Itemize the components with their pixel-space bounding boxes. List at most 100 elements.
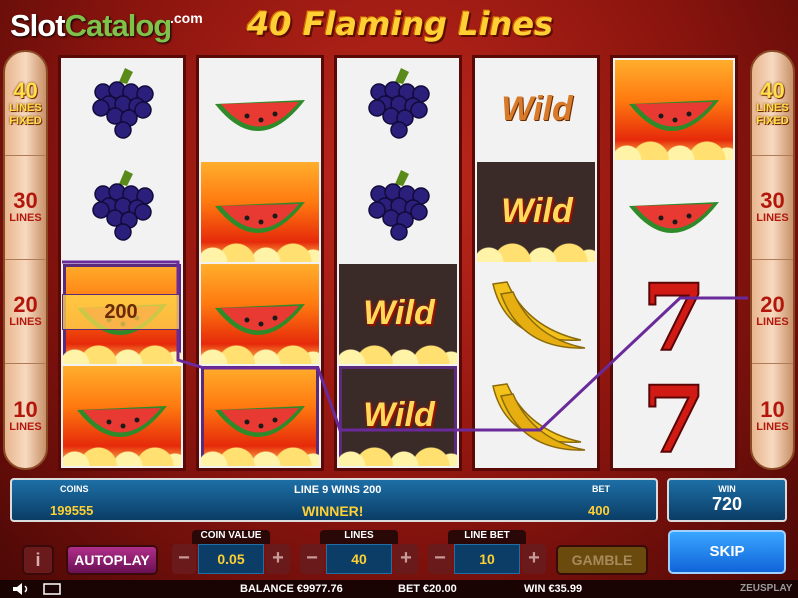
wild-label: Wild: [501, 90, 573, 128]
provider-logo: ZEUSPLAY: [740, 583, 793, 594]
win-value: 720: [711, 494, 743, 514]
coin-value-stepper: COIN VALUE − 0.05 +: [172, 530, 290, 576]
symbol-watermelon-fire: [201, 366, 319, 466]
bet-value: 400: [588, 503, 610, 518]
watermelon-icon: [201, 406, 319, 466]
coin-value-decrease-button[interactable]: −: [172, 544, 196, 574]
line-indicator-10: 10 LINES: [5, 364, 46, 468]
symbol-grapes: [63, 162, 181, 262]
grapes-icon: [63, 170, 181, 262]
symbol-wild-fire: Wild: [339, 264, 457, 364]
watermelon-icon: [63, 406, 181, 466]
watermelon-icon: [201, 304, 319, 364]
lines-stepper: LINES − 40 +: [300, 530, 418, 576]
grapes-icon: [339, 68, 457, 160]
gamble-button[interactable]: GAMBLE: [556, 545, 648, 575]
line-win-amount: 200: [62, 294, 180, 330]
watermelon-icon: [63, 304, 181, 364]
game-title: 40 Flaming Lines: [246, 5, 554, 43]
line-count: 10: [13, 396, 38, 422]
watermelon-icon: [201, 202, 319, 262]
line-bet-value: 10: [454, 544, 520, 574]
symbol-watermelon-fire: [201, 162, 319, 262]
line-bet-increase-button[interactable]: +: [522, 544, 546, 574]
line-fixed-label: FIXED: [9, 114, 42, 127]
symbol-grapes: [339, 162, 457, 262]
sound-icon[interactable]: [12, 582, 32, 596]
line-label: LINES: [9, 316, 42, 328]
line-label: LINES: [9, 212, 42, 224]
line-bet-caption: LINE BET: [448, 530, 526, 544]
grapes-icon: [63, 68, 181, 160]
line-count: 10: [760, 396, 785, 422]
svg-text:7: 7: [642, 264, 706, 364]
watermelon-icon: [615, 202, 733, 262]
coin-value-caption: COIN VALUE: [192, 530, 270, 544]
seven-icon: 7: [615, 366, 733, 466]
line-bet-stepper: LINE BET − 10 +: [428, 530, 546, 576]
line-indicator-40: 40 LINES FIXED: [5, 52, 46, 156]
status-footer: BALANCE €9977.76 BET €20.00 WIN €35.99 Z…: [0, 580, 798, 598]
svg-text:7: 7: [642, 366, 706, 466]
lines-caption: LINES: [320, 530, 398, 544]
line-count: 40: [760, 77, 785, 103]
symbol-seven: 7: [615, 366, 733, 466]
line-label: LINES: [9, 420, 42, 433]
fullscreen-icon[interactable]: [42, 582, 62, 596]
slotcatalog-logo: SlotCatalog .com: [10, 8, 210, 56]
autoplay-button[interactable]: AUTOPLAY: [66, 545, 158, 575]
coins-value: 199555: [50, 503, 94, 518]
banana-icon: [477, 281, 595, 364]
line-bet-decrease-button[interactable]: −: [428, 544, 452, 574]
line-indicator-left: 40 LINES FIXED 30 LINES 20 LINES 10 LINE…: [3, 50, 48, 470]
lines-increase-button[interactable]: +: [394, 544, 418, 574]
logo-slot-text: Slot: [10, 8, 66, 43]
line-label: LINES: [756, 420, 789, 433]
info-button[interactable]: i: [22, 545, 54, 575]
banana-icon: [477, 383, 595, 466]
coin-value-increase-button[interactable]: +: [266, 544, 290, 574]
wild-label: Wild: [501, 192, 573, 230]
symbol-watermelon-fire: [615, 60, 733, 160]
line-count: 20: [760, 292, 785, 317]
symbol-wild: Wild: [477, 60, 595, 160]
info-bar: COINS 199555 LINE 9 WINS 200 WINNER! BET…: [10, 478, 658, 522]
symbol-watermelon-fire: [201, 264, 319, 364]
line-fixed-label: FIXED: [756, 114, 789, 127]
wild-label: Wild: [363, 294, 435, 332]
symbol-watermelon: [615, 162, 733, 262]
symbol-banana: [477, 264, 595, 364]
line-indicator-right: 40 LINES FIXED 30 LINES 20 LINES 10 LINE…: [750, 50, 795, 470]
symbol-watermelon: [201, 60, 319, 160]
lines-value: 40: [326, 544, 392, 574]
lines-decrease-button[interactable]: −: [300, 544, 324, 574]
seven-icon: 7: [615, 264, 733, 364]
winner-status: WINNER!: [302, 503, 364, 519]
skip-button[interactable]: SKIP: [668, 530, 786, 574]
symbol-wild-fire: Wild: [339, 366, 457, 466]
line-indicator-10: 10 LINES: [752, 364, 793, 468]
line-indicator-30: 30 LINES: [752, 156, 793, 260]
grapes-icon: [339, 170, 457, 262]
line-indicator-30: 30 LINES: [5, 156, 46, 260]
reel-3: Wild Wild: [334, 55, 462, 471]
coin-value-value: 0.05: [198, 544, 264, 574]
win-label: WIN: [718, 484, 736, 494]
logo-domain-text: .com: [170, 10, 203, 26]
symbol-watermelon-fire: [63, 366, 181, 466]
balance-text: BALANCE €9977.76: [240, 583, 343, 595]
line-label: LINES: [9, 101, 42, 114]
symbol-banana: [477, 366, 595, 466]
watermelon-icon: [615, 100, 733, 160]
line-count: 20: [13, 292, 38, 317]
footer-win-text: WIN €35.99: [524, 583, 583, 595]
reel-grid: Wild Wild Wild Wild 7 7: [58, 55, 748, 471]
symbol-grapes: [339, 60, 457, 160]
line-label: LINES: [756, 101, 789, 114]
symbol-wild-fire: Wild: [477, 162, 595, 262]
symbol-seven: 7: [615, 264, 733, 364]
reel-4: Wild Wild: [472, 55, 600, 471]
line-count: 30: [760, 188, 785, 213]
wild-label: Wild: [363, 396, 435, 434]
footer-bet-text: BET €20.00: [398, 583, 457, 595]
